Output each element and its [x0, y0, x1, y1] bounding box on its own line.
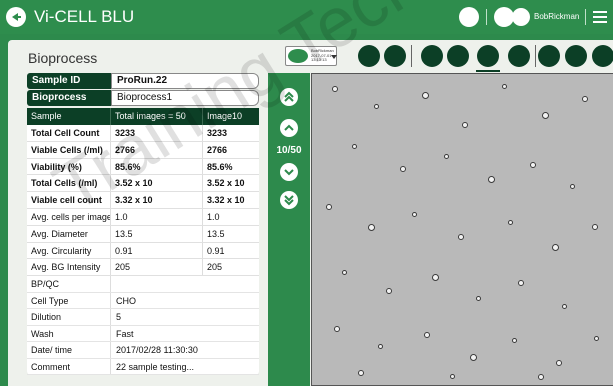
bioprocess-field[interactable]: Bioprocess1 [111, 90, 259, 106]
row-label: Avg. Diameter [27, 225, 111, 242]
reagent-bottle-icon[interactable] [494, 7, 514, 27]
row-image: 85.6% [207, 161, 233, 172]
list-item: Dilution 5 [27, 309, 259, 326]
user-name[interactable]: BobRickman [534, 12, 579, 21]
page-title: Bioprocess [28, 50, 98, 66]
image-counter: 10/50 [276, 145, 302, 156]
row-total: 85.6% [111, 158, 203, 175]
header-total: Total images = 50 [111, 108, 203, 125]
sample-id-row: Sample ID ProRun.22 [27, 73, 259, 89]
previous-image-icon[interactable] [280, 119, 298, 137]
sample-info: Sample ID ProRun.22 Bioprocess Bioproces… [27, 73, 259, 107]
row-image: 3233 [207, 128, 228, 138]
user-avatar-icon[interactable] [512, 8, 530, 26]
bpqc-key: Comment [27, 358, 111, 374]
row-image: 2766 [207, 144, 228, 155]
list-item: Cell Type CHO [27, 292, 259, 309]
table-row: Avg. Circularity 0.91 0.91 [27, 242, 259, 260]
row-total: 3.52 x 10 [111, 175, 203, 192]
bpqc-table: BP/QC Cell Type CHO Dilution 5 Wash Fast Da… [27, 276, 259, 375]
bpqc-value: Fast [116, 328, 134, 339]
row-image: 0.91 [207, 245, 225, 256]
table-row: Total Cells (/ml) 3.52 x 10 3.52 x 10 [27, 175, 259, 193]
table-row: Viability (%) 85.6% 85.6% [27, 158, 259, 176]
row-image: 205 [207, 262, 223, 273]
bpqc-value: 5 [116, 312, 122, 322]
list-item: Date/ time 2017/02/28 11:30:30 [27, 342, 259, 359]
bpqc-key: Date/ time [27, 342, 111, 358]
row-label: Viable cell count [27, 192, 111, 208]
header-sample: Sample [27, 108, 111, 125]
list-item: Wash Fast [27, 325, 259, 342]
row-total: 205 [111, 259, 203, 276]
row-image: 13.5 [207, 228, 225, 239]
row-total: 3.32 x 10 [111, 192, 203, 208]
export-icon[interactable] [358, 45, 380, 67]
bpqc-key: BP/QC [27, 276, 111, 292]
bpqc-value: CHO [116, 295, 136, 306]
row-label: Avg. BG Intensity [27, 259, 111, 276]
row-total: 2766 [111, 141, 203, 158]
row-image: 3.32 x 10 [207, 195, 245, 206]
sample-queue-icon[interactable] [459, 7, 479, 27]
row-total: 0.91 [111, 242, 203, 259]
first-image-icon[interactable] [280, 88, 298, 106]
beckman-logo-icon [288, 49, 308, 63]
top-bar: Vi-CELL BLU BobRickman [0, 0, 613, 34]
bpqc-value: 22 sample testing... [116, 361, 195, 372]
table-row: Viable Cells (/ml) 2766 2766 [27, 141, 259, 159]
bioprocess-label: Bioprocess [27, 90, 111, 106]
cell-image-viewer[interactable] [311, 73, 613, 386]
row-label: Total Cells (/ml) [27, 175, 111, 192]
print-icon[interactable] [384, 45, 406, 67]
header-image: Image10 [207, 111, 243, 121]
bpqc-key: Wash [27, 325, 111, 341]
signature-icon[interactable] [421, 45, 443, 67]
table-row: Viable cell count 3.32 x 10 3.32 x 10 [27, 192, 259, 209]
menu-icon[interactable] [593, 11, 607, 23]
sample-id-label: Sample ID [27, 73, 111, 89]
chevron-down-icon [331, 55, 337, 59]
bpqc-key: Cell Type [27, 292, 111, 308]
row-label: Viability (%) [27, 158, 111, 175]
camera-icon[interactable] [476, 45, 500, 72]
bpqc-key: Dilution [27, 309, 111, 325]
table-row: Avg. BG Intensity 205 205 [27, 259, 259, 277]
row-label: Avg. cells per image [27, 208, 111, 225]
bpqc-value: 2017/02/28 11:30:30 [116, 345, 198, 355]
back-arrow-icon[interactable] [6, 7, 26, 27]
app-title: Vi-CELL BLU [34, 7, 135, 26]
row-total: 3233 [111, 125, 203, 141]
sample-id-field[interactable]: ProRun.22 [111, 73, 259, 89]
last-image-icon[interactable] [280, 191, 298, 209]
row-image: 3.52 x 10 [207, 178, 245, 189]
bioprocess-row: Bioprocess Bioprocess1 [27, 90, 259, 106]
next-image-icon[interactable] [280, 163, 298, 181]
list-icon[interactable] [447, 45, 469, 67]
row-label: Viable Cells (/ml) [27, 141, 111, 158]
list-item: Comment 22 sample testing... [27, 358, 259, 375]
row-total: 13.5 [111, 225, 203, 242]
edit-icon[interactable] [565, 45, 587, 67]
bpqc-value [111, 276, 259, 292]
chart-icon[interactable] [508, 45, 530, 67]
list-item: BP/QC [27, 276, 259, 293]
table-row: Avg. cells per image 1.0 1.0 [27, 208, 259, 226]
table-row: Total Cell Count 3233 3233 [27, 125, 259, 142]
results-header: Sample Total images = 50 Image10 [27, 108, 259, 125]
minus-icon[interactable] [538, 45, 560, 67]
row-label: Total Cell Count [27, 125, 111, 141]
row-image: 1.0 [207, 211, 220, 222]
signature-dropdown[interactable]: BobRickman 2017-07-01 13:13:13 [285, 46, 337, 66]
add-icon[interactable] [592, 45, 613, 67]
row-total: 1.0 [111, 208, 203, 225]
row-label: Avg. Circularity [27, 242, 111, 259]
table-row: Avg. Diameter 13.5 13.5 [27, 225, 259, 243]
results-table: Sample Total images = 50 Image10 Total C… [27, 108, 259, 277]
